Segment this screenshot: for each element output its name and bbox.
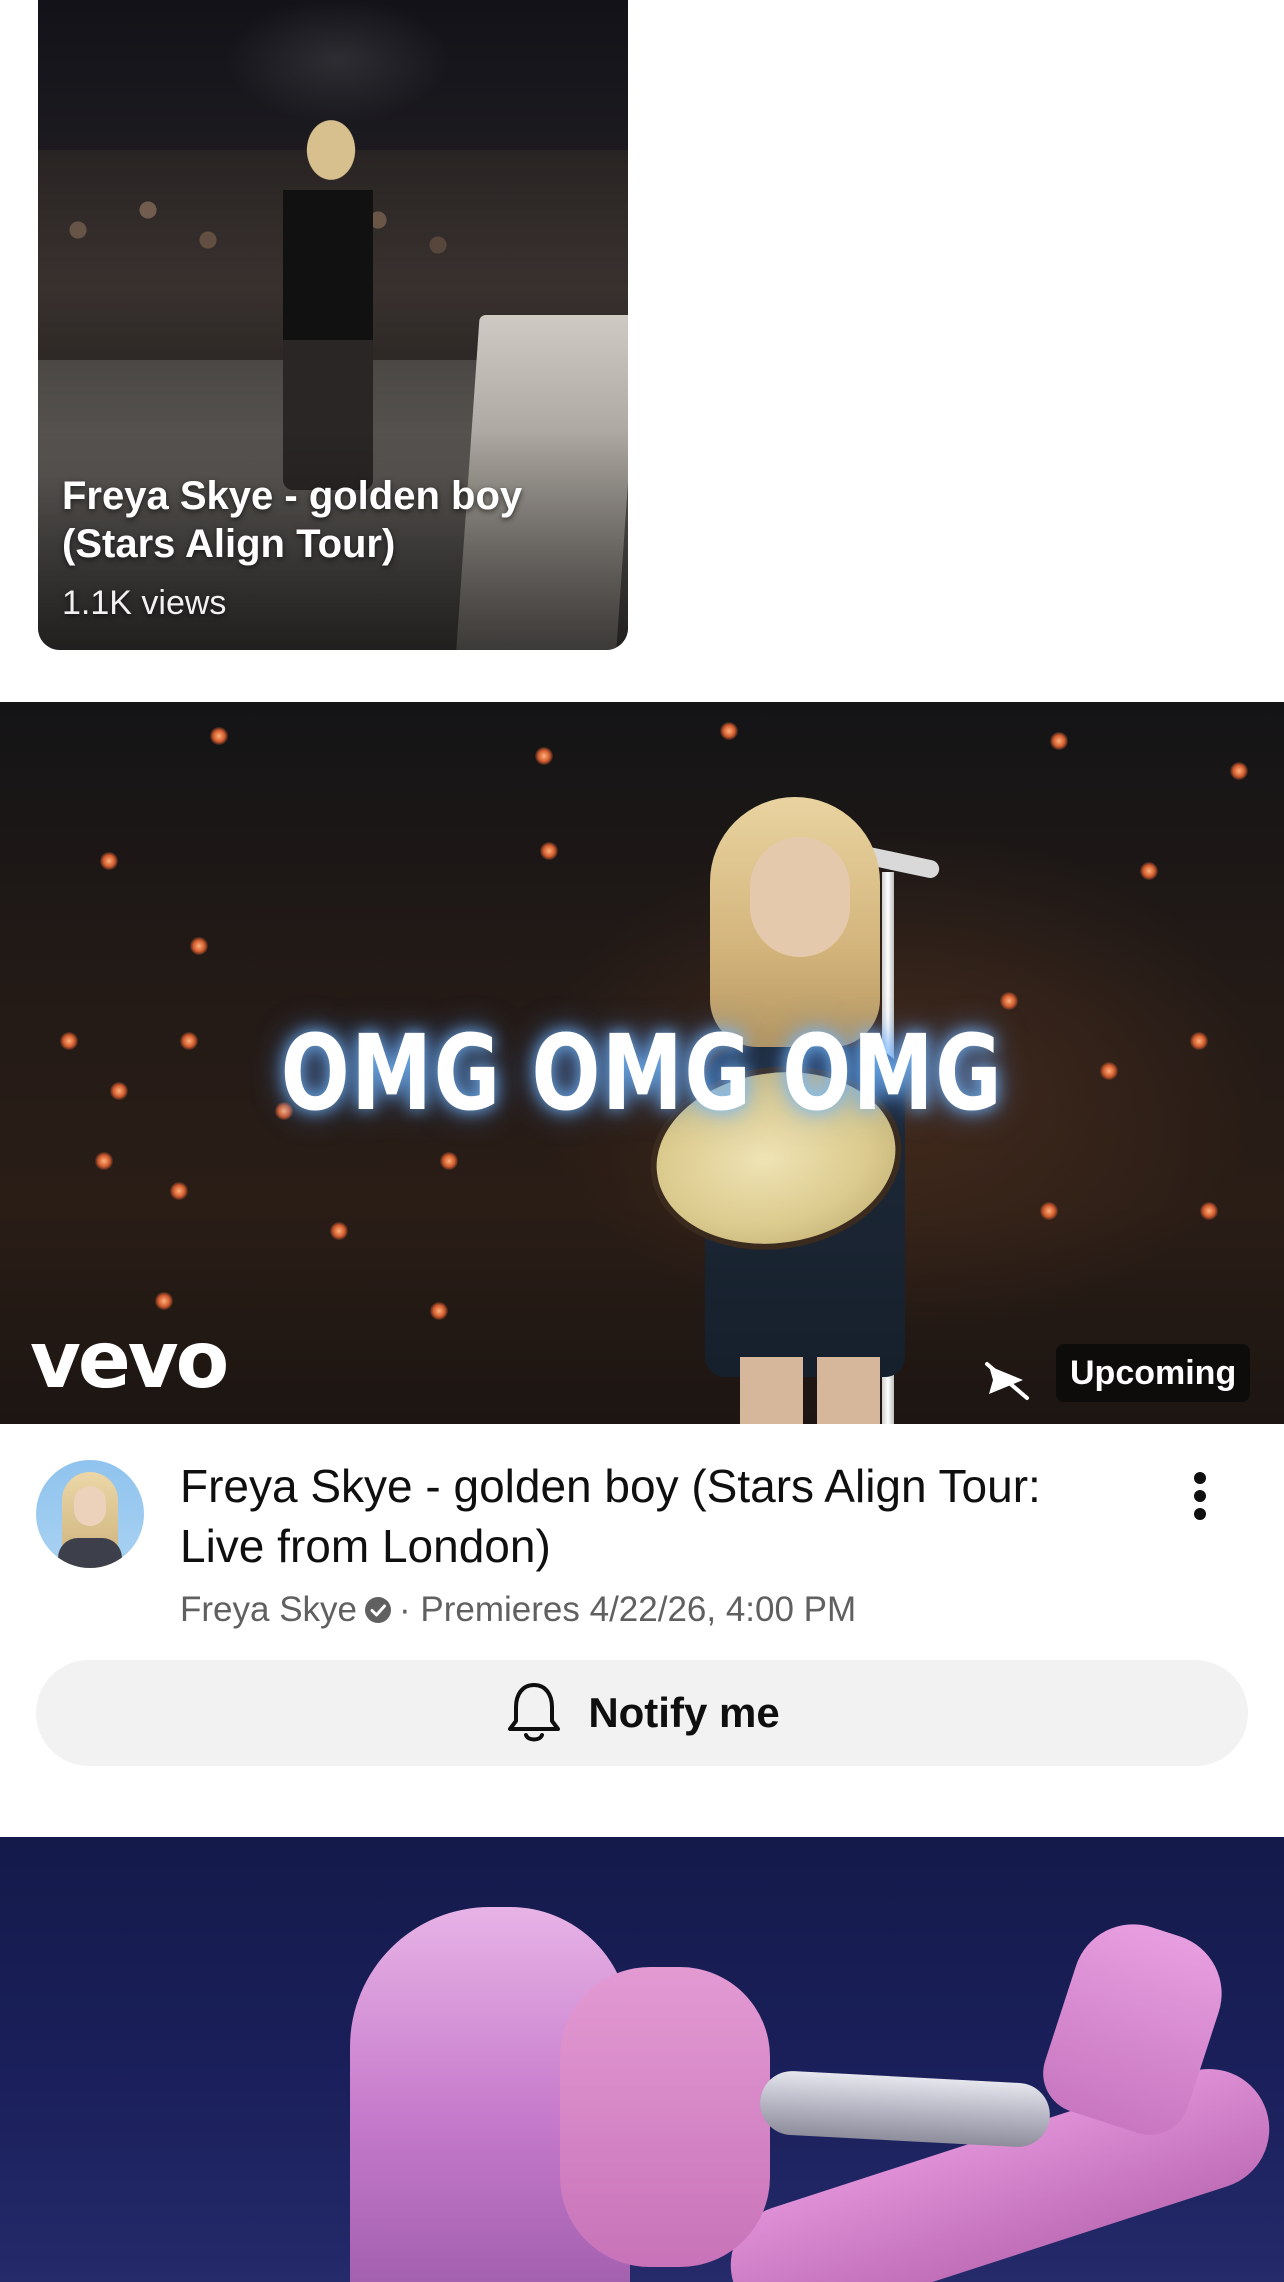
video-title[interactable]: Freya Skye - golden boy (Stars Align Tou… [180,1456,1080,1576]
notify-me-label: Notify me [588,1689,780,1736]
premiere-time: Premieres 4/22/26, 4:00 PM [420,1590,857,1629]
next-video-thumbnail[interactable] [0,1837,1284,2282]
video-thumbnail[interactable]: OMG OMG OMG vevo Upcoming [0,702,1284,1424]
channel-name[interactable]: Freya Skye [180,1590,357,1629]
upcoming-badge: Upcoming [1056,1344,1251,1402]
short-video-card[interactable]: Freya Skye - golden boy (Stars Align Tou… [38,0,628,650]
thumbnail-overlay-text: OMG OMG OMG [280,1012,1004,1134]
short-views: 1.1K views [62,584,227,622]
bell-icon [508,1683,561,1742]
more-vertical-icon[interactable] [1178,1464,1222,1528]
notifications-off-icon [985,1362,1029,1400]
video-metadata: Freya Skye · Premieres 4/22/26, 4:00 PM [180,1586,856,1634]
channel-avatar[interactable] [36,1460,144,1568]
notify-me-button[interactable]: Notify me [36,1660,1248,1766]
verified-badge-icon [365,1597,391,1623]
microphone [758,2069,1052,2149]
meta-separator: · [399,1590,411,1629]
vevo-logo: vevo [30,1316,229,1406]
short-title: Freya Skye - golden boy (Stars Align Tou… [62,474,523,566]
